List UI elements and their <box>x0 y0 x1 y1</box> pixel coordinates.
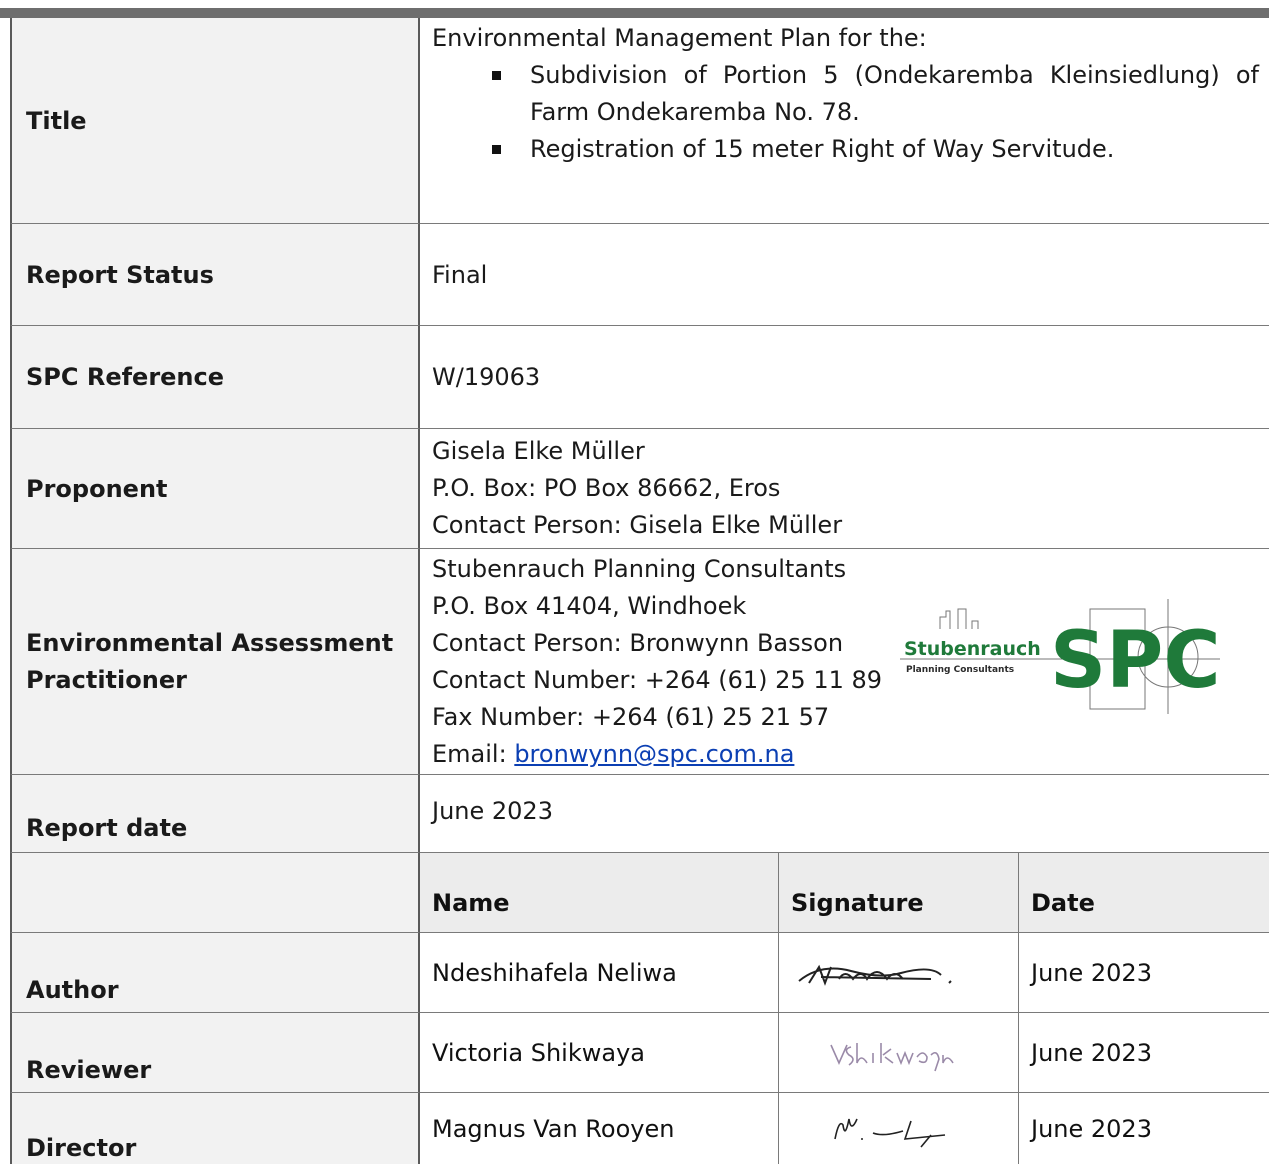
bullet-square-icon <box>492 145 501 154</box>
signature-cell <box>779 1093 1019 1164</box>
report-status-row: Report Status Final <box>10 224 1269 326</box>
logo-subtitle: Planning Consultants <box>906 665 1014 675</box>
eap-company: Stubenrauch Planning Consultants <box>432 555 847 583</box>
proponent-value: Gisela Elke Müller P.O. Box: PO Box 8666… <box>420 429 1269 549</box>
signoff-date: June 2023 <box>1031 1114 1152 1143</box>
title-value: Environmental Management Plan for the: S… <box>420 18 1269 224</box>
signoff-blank-label <box>10 853 420 933</box>
signoff-row-author: Author Ndeshihafela Neliwa June 2023 <box>10 933 1269 1013</box>
signature-cell <box>779 933 1019 1013</box>
proponent-po-box: P.O. Box: PO Box 86662, Eros <box>432 474 781 502</box>
signoff-date: June 2023 <box>1019 933 1269 1013</box>
eap-email-line: Email: bronwynn@spc.com.na <box>432 740 795 768</box>
signature-cell <box>779 1013 1019 1093</box>
title-intro: Environmental Management Plan for the: <box>432 24 927 52</box>
signoff-header-row: Name Signature Date <box>10 853 1269 933</box>
report-status-label: Report Status <box>10 224 420 326</box>
signoff-role-label: Reviewer <box>10 1013 420 1093</box>
spc-reference-label: SPC Reference <box>10 326 420 429</box>
signoff-header-grid: Name Signature Date <box>420 853 1269 933</box>
signoff-row-director: Director Magnus Van Rooyen June 2023 <box>10 1093 1269 1164</box>
report-status-value: Final <box>420 224 1269 326</box>
report-date-label: Report date <box>10 775 420 853</box>
bullet-square-icon <box>492 71 501 80</box>
author-signature-image <box>798 964 952 986</box>
signoff-name: Magnus Van Rooyen <box>420 1093 779 1164</box>
report-date-row: Report date June 2023 <box>10 775 1269 853</box>
signoff-name: Victoria Shikwaya <box>420 1013 779 1093</box>
eap-email-link[interactable]: bronwynn@spc.com.na <box>514 740 794 768</box>
signoff-name: Ndeshihafela Neliwa <box>420 933 779 1013</box>
eap-row: Environmental Assessment Practitioner St… <box>10 549 1269 775</box>
signoff-row-reviewer: Reviewer Victoria Shikwaya June 2023 <box>10 1013 1269 1093</box>
top-border-bar <box>0 8 1269 18</box>
logo-wordmark: Stubenrauch <box>904 638 1041 660</box>
spc-reference-row: SPC Reference W/19063 <box>10 326 1269 429</box>
title-label: Title <box>10 18 420 224</box>
signoff-date: June 2023 <box>1019 1013 1269 1093</box>
proponent-contact: Contact Person: Gisela Elke Müller <box>432 511 843 539</box>
eap-value: Stubenrauch Planning Consultants P.O. Bo… <box>420 549 1269 775</box>
proponent-row: Proponent Gisela Elke Müller P.O. Box: P… <box>10 429 1269 549</box>
title-bullet-item: Registration of 15 meter Right of Way Se… <box>492 131 1259 168</box>
signoff-header-name: Name <box>420 853 779 933</box>
title-bullet-list: Subdivision of Portion 5 (Ondekaremba Kl… <box>492 57 1269 168</box>
reviewer-signature-image <box>830 1042 954 1071</box>
signoff-header-date: Date <box>1019 853 1269 933</box>
proponent-label: Proponent <box>10 429 420 549</box>
signoff-header-signature: Signature <box>779 853 1019 933</box>
logo-mark: SPC <box>1050 616 1220 706</box>
title-bullet-item: Subdivision of Portion 5 (Ondekaremba Kl… <box>492 57 1259 131</box>
spc-reference-value: W/19063 <box>420 326 1269 429</box>
signoff-role-label: Director <box>10 1093 420 1164</box>
proponent-name: Gisela Elke Müller <box>432 437 645 465</box>
title-row: Title Environmental Management Plan for … <box>10 18 1269 224</box>
eap-label: Environmental Assessment Practitioner <box>10 549 420 775</box>
spc-logo: Stubenrauch Planning Consultants SPC <box>900 599 1220 714</box>
report-date-value: June 2023 <box>420 775 1269 853</box>
director-signature-image <box>834 1118 946 1148</box>
signoff-role-label: Author <box>10 933 420 1013</box>
